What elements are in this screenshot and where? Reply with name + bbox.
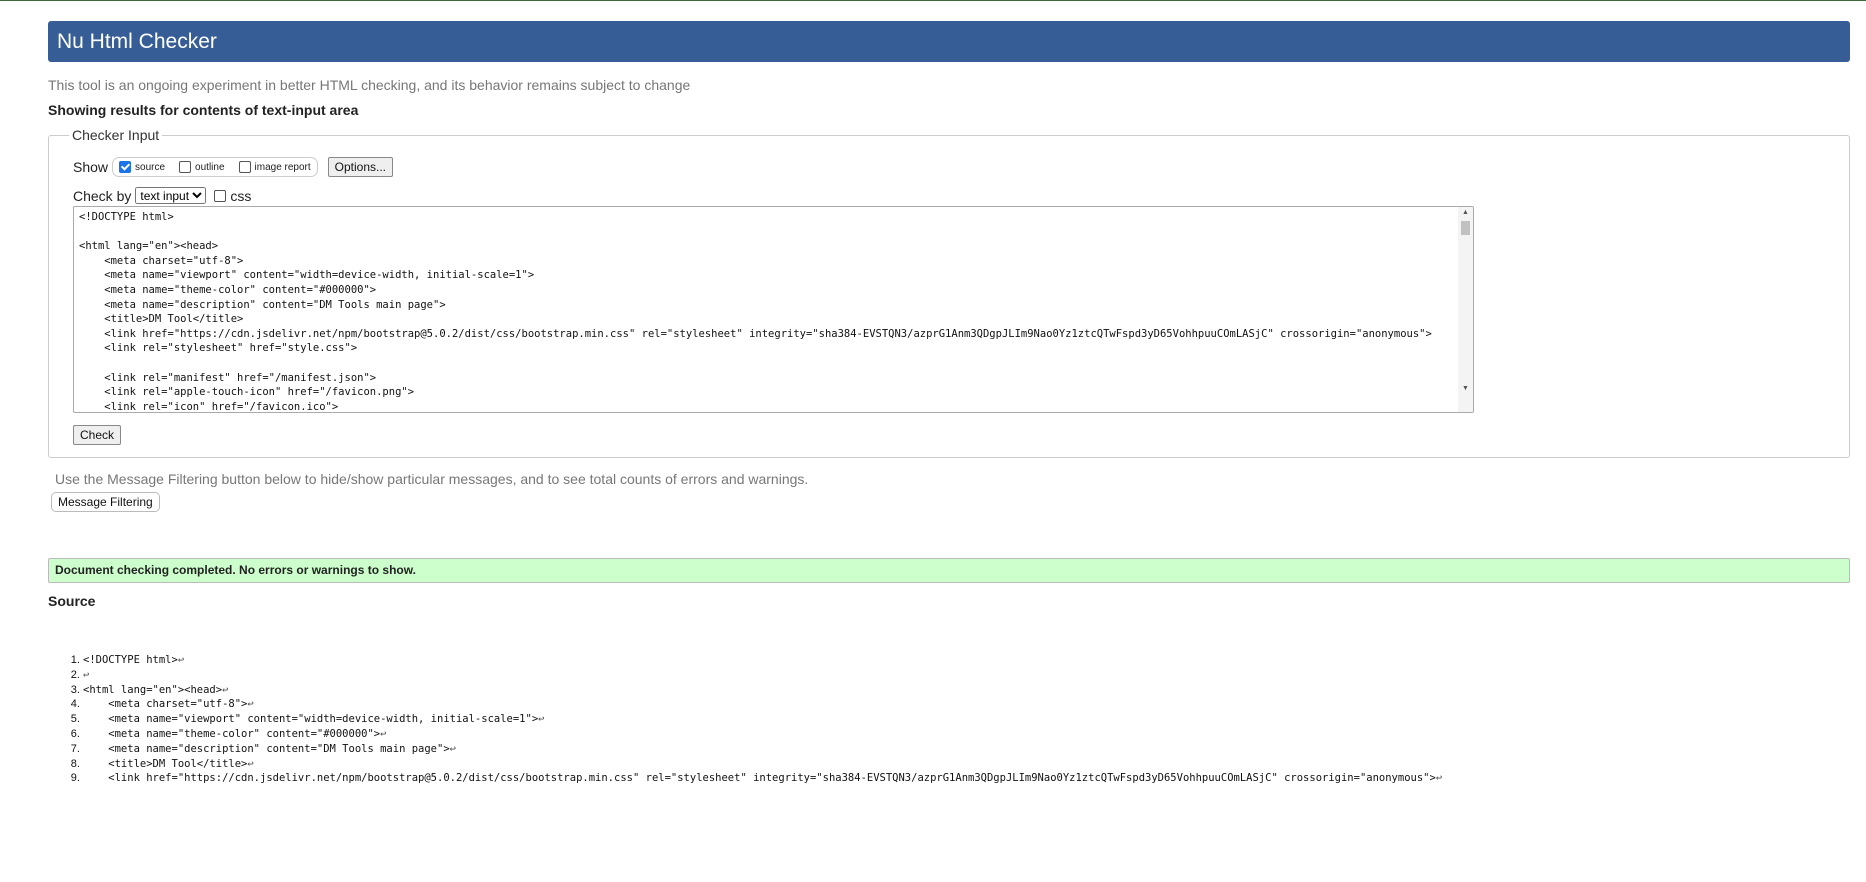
scroll-up-icon[interactable]: ▲	[1462, 209, 1469, 216]
source-line: <title>DM Tool</title>↩	[83, 757, 1442, 772]
image-report-checkbox[interactable]	[238, 161, 251, 173]
css-label: css	[230, 187, 252, 204]
source-textarea[interactable]: <!DOCTYPE html> <html lang="en"><head> <…	[73, 206, 1474, 413]
source-line: <link href="https://cdn.jsdelivr.net/npm…	[83, 771, 1442, 786]
image-report-label: image report	[254, 161, 311, 173]
scrollbar-thumb[interactable]	[1461, 221, 1470, 235]
options-button[interactable]: Options...	[327, 157, 394, 177]
message-filtering-button[interactable]: Message Filtering	[51, 492, 160, 512]
success-message: Document checking completed. No errors o…	[48, 558, 1850, 583]
checker-input-legend: Checker Input	[72, 127, 160, 143]
source-checkbox[interactable]	[119, 161, 132, 173]
check-by-label: Check by	[73, 187, 132, 204]
show-label: Show	[73, 159, 109, 175]
check-by-select[interactable]: text input	[135, 187, 207, 204]
scroll-down-icon[interactable]: ▼	[1462, 385, 1469, 392]
show-options-group: source outline image report	[112, 157, 318, 177]
outline-label: outline	[195, 161, 225, 173]
check-button[interactable]: Check	[73, 425, 122, 445]
subtitle: This tool is an ongoing experiment in be…	[48, 77, 691, 93]
source-line: <meta charset="utf-8">↩	[83, 697, 1442, 712]
source-heading: Source	[48, 593, 96, 609]
source-listing: <!DOCTYPE html>↩ ↩ <html lang="en"><head…	[48, 653, 1442, 786]
textarea-content: <!DOCTYPE html> <html lang="en"><head> <…	[79, 211, 1432, 413]
filter-message: Use the Message Filtering button below t…	[55, 471, 809, 487]
showing-results-heading: Showing results for contents of text-inp…	[48, 102, 359, 118]
outline-checkbox[interactable]	[179, 161, 192, 173]
page-header: Nu Html Checker	[48, 21, 1850, 62]
source-line: ↩	[83, 668, 1442, 683]
source-line: <html lang="en"><head>↩	[83, 683, 1442, 698]
source-line: <meta name="viewport" content="width=dev…	[83, 712, 1442, 727]
source-line: <!DOCTYPE html>↩	[83, 653, 1442, 668]
textarea-scrollbar[interactable]: ▲ ▼	[1458, 207, 1473, 412]
source-line: <meta name="description" content="DM Too…	[83, 742, 1442, 757]
css-checkbox[interactable]	[214, 189, 227, 202]
source-line: <meta name="theme-color" content="#00000…	[83, 727, 1442, 742]
source-label: source	[135, 161, 166, 173]
